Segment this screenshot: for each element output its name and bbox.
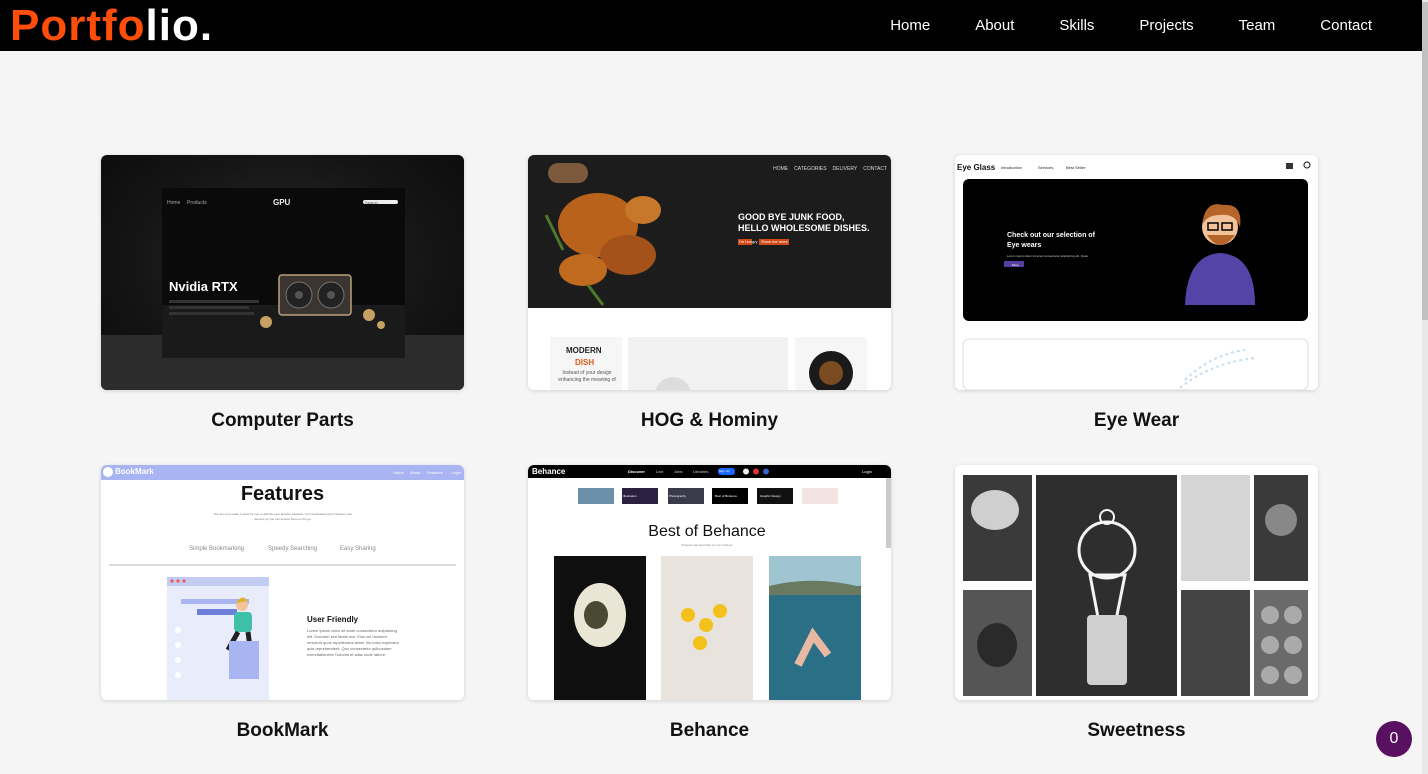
behance-sub: Projects selected daily by our curators [681,543,733,547]
project-thumbnail-behance[interactable]: Behance Discover Live Jobs Libraries Sig… [528,465,891,700]
bookmark-nav-item: Features [427,470,443,475]
project-thumbnail-bookmark[interactable]: BookMark Home About Features Login Featu… [101,465,464,700]
bookmark-tab: Speedy Searching [268,546,318,552]
hog-btn-more: Show me more [761,239,788,244]
nav-link-about[interactable]: About [975,17,1014,34]
project-title: Computer Parts [211,410,354,431]
project-card-sweetness[interactable]: Sweetness [955,465,1318,742]
bookmark-tab: Easy Sharing [340,546,376,552]
behance-brand: Behance [532,467,566,476]
nav-link-skills[interactable]: Skills [1059,17,1094,34]
gpu-heading: Nvidia RTX [169,279,238,294]
bookmark-nav-item: Home [393,470,404,475]
behance-nav-item: Discover [628,469,645,474]
project-card-behance[interactable]: Behance Discover Live Jobs Libraries Sig… [528,465,891,742]
logo-part-2: lio. [145,1,214,50]
project-title: HOG & Hominy [640,410,779,431]
bookmark-nav-item: Login [451,470,461,475]
behance-nav-item: Jobs [674,469,683,474]
nav-link-team[interactable]: Team [1239,17,1276,34]
hog-desc: Instead of your design enhancing the mea… [558,370,616,383]
project-title: BookMark [236,720,329,741]
project-thumbnail-hog-hominy[interactable]: HOME CATEGORIES DELIVERY CONTACT GOOD BY… [528,155,891,390]
scrollbar-thumb[interactable] [1422,2,1428,320]
navbar: Portfolio. Home About Skills Projects Te… [0,0,1422,51]
project-title: Eye Wear [1093,410,1180,431]
hog-nav-item: HOME [773,166,789,172]
project-title: Behance [669,720,750,741]
hog-nav-item: CONTACT [863,166,887,172]
eye-sub: Lorem ipsum dolor sit amet consectetur a… [1007,254,1089,258]
nav-link-projects[interactable]: Projects [1139,17,1193,34]
project-card-computer-parts[interactable]: Home Products GPU Search Nvidia RTX Comp… [101,155,464,432]
behance-heading: Best of Behance [648,523,766,540]
bookmark-feature-text: Lorem ipsum dolor sit amet consectetur a… [307,628,399,657]
nav-link-contact[interactable]: Contact [1320,17,1372,34]
nav-menu: Home About Skills Projects Team Contact [845,0,1372,51]
behance-chip: Illustration [623,494,637,498]
bookmark-feature-title: User Friendly [307,615,359,624]
hog-headline-2: HELLO WHOLESOME DISHES. [738,223,870,233]
sweetness-site-preview [955,465,1318,700]
hog-modern: MODERN [566,346,602,355]
eye-more-button: More [1012,263,1019,267]
project-card-bookmark[interactable]: BookMark Home About Features Login Featu… [101,465,464,742]
bookmark-brand: BookMark [115,467,154,476]
behance-login: Login [862,469,872,474]
notification-badge[interactable]: 0 [1376,721,1412,757]
hog-nav-item: DELIVERY [832,166,858,172]
bookmark-sub: Our aim is to make it quick for you to a… [213,512,353,521]
project-card-eye-wear[interactable]: Eye Glass Introduction Services Best Sel… [955,155,1318,432]
bookmark-tab: Simple Bookmarking [189,546,245,552]
eye-brand: Eye Glass [957,163,996,172]
project-thumbnail-eye-wear[interactable]: Eye Glass Introduction Services Best Sel… [955,155,1318,390]
eye-nav-item: Best Seller [1066,165,1086,170]
gpu-site-preview [101,188,464,390]
hog-nav-item: CATEGORIES [794,166,827,172]
bookmark-heading: Features [240,483,325,505]
behance-signup: Sign Up [719,469,730,473]
behance-chip: Best of Behance [715,494,738,498]
scrollbar[interactable] [1422,0,1428,774]
bookmark-nav-item: About [410,470,421,475]
eye-site-preview [955,155,1318,390]
logo[interactable]: Portfolio. [10,2,213,50]
nav-link-home[interactable]: Home [890,17,930,34]
hog-dish: DISH [575,358,595,367]
eye-hero-line-2: Eye wears [1007,242,1042,249]
behance-chip: Photography [669,494,687,498]
behance-chip: Graphic Design [760,494,781,498]
project-card-hog-hominy[interactable]: HOME CATEGORIES DELIVERY CONTACT GOOD BY… [528,155,891,432]
project-thumbnail-sweetness[interactable] [955,465,1318,700]
gpu-nav-home: Home [167,200,181,206]
gpu-nav-products: Products [187,200,207,206]
behance-nav-item: Libraries [693,469,709,474]
gpu-search: Search [365,200,378,205]
eye-nav-item: Introduction [1001,165,1022,170]
eye-hero-line-1: Check out our selection of [1007,232,1095,239]
behance-nav-item: Live [656,469,664,474]
hog-headline-1: GOOD BYE JUNK FOOD, [738,212,845,222]
hog-btn-hungry: I'm hungry [739,239,758,244]
project-thumbnail-computer-parts[interactable]: Home Products GPU Search Nvidia RTX [101,155,464,390]
project-title: Sweetness [1087,720,1186,741]
behance-site-preview [528,465,891,700]
gpu-brand: GPU [273,198,291,207]
eye-nav-item: Services [1038,165,1054,170]
logo-part-1: Portfo [10,1,146,50]
